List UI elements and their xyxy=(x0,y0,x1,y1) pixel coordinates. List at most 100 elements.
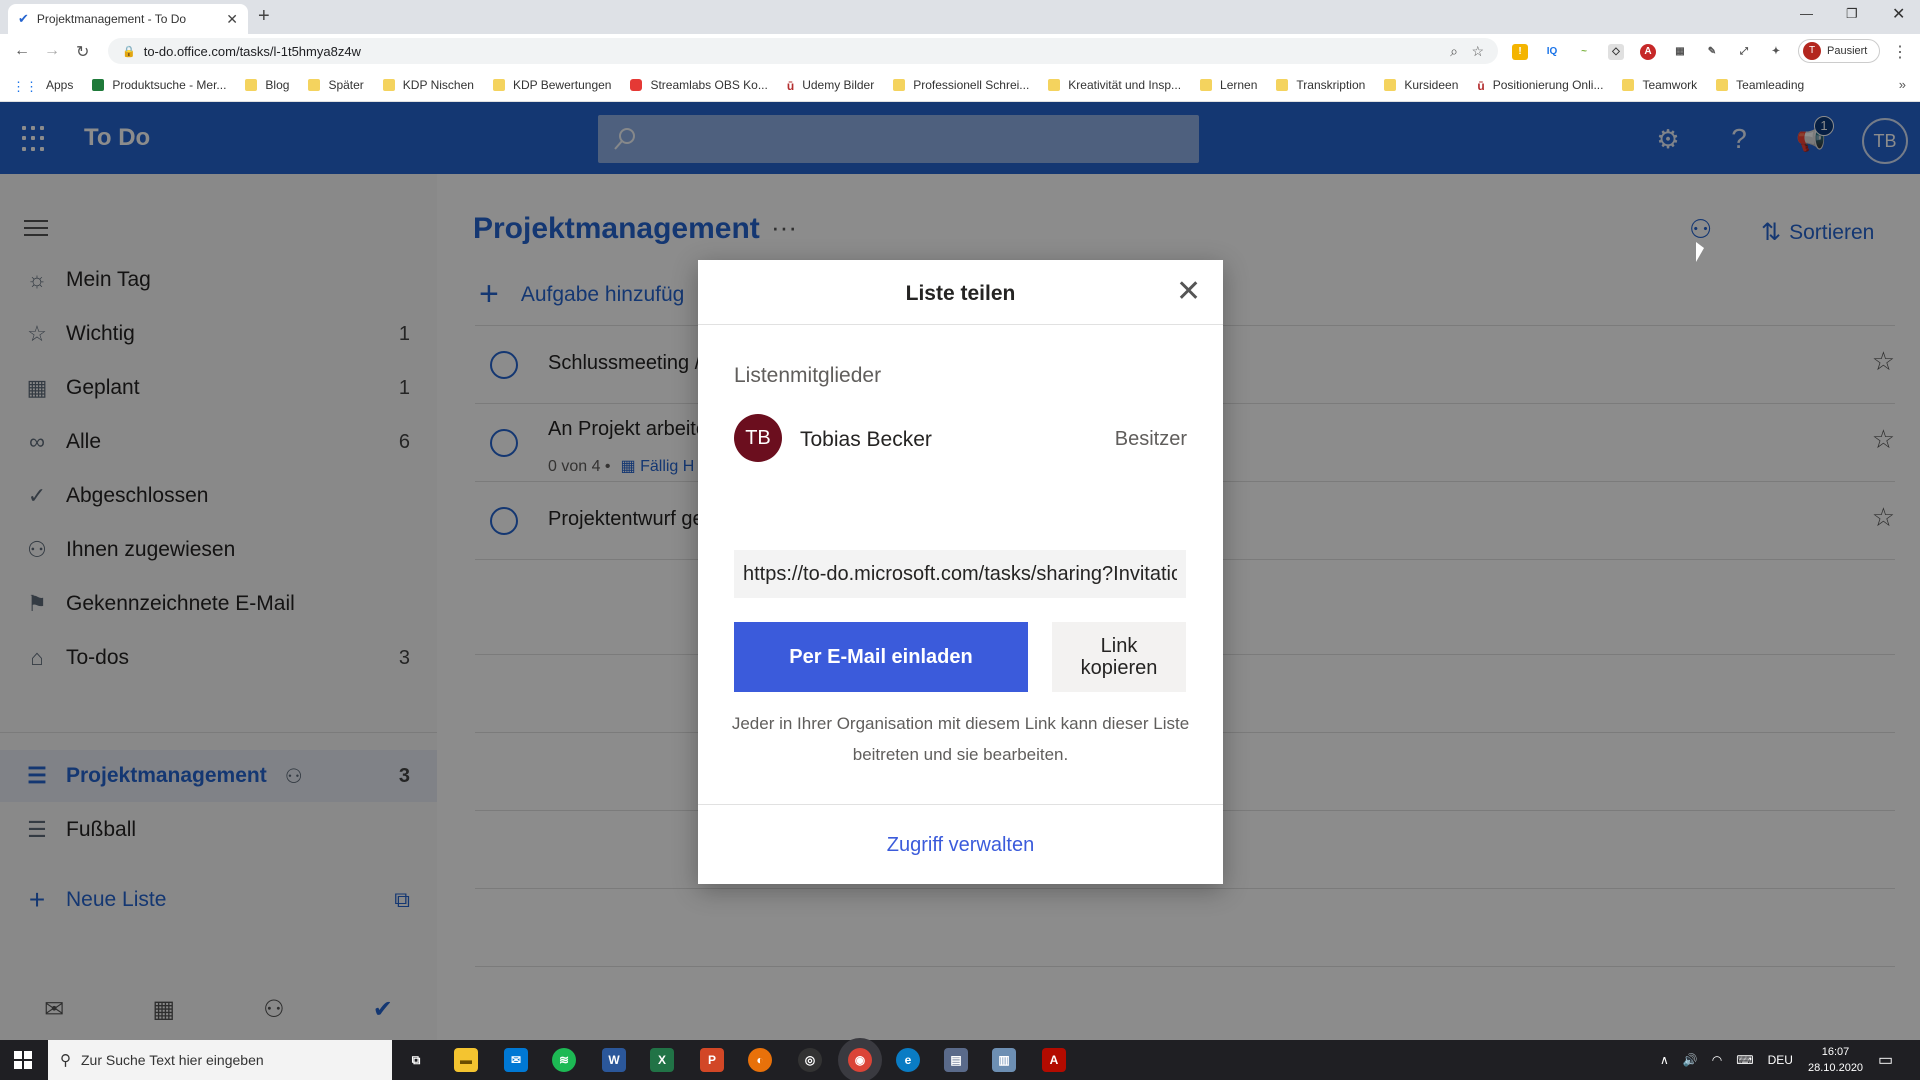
file-explorer-icon[interactable]: ▬ xyxy=(454,1048,478,1072)
spotify-icon[interactable]: ≋ xyxy=(552,1048,576,1072)
adblock-icon[interactable]: A xyxy=(1640,44,1656,60)
language-indicator[interactable]: DEU xyxy=(1768,1053,1793,1067)
bookmark-label: Später xyxy=(328,77,364,92)
bookmark-label: Produktsuche - Mer... xyxy=(112,77,227,92)
todo-favicon-icon: ✔ xyxy=(18,11,29,26)
bookmark-label: Professionell Schrei... xyxy=(913,77,1030,92)
sharing-help-text: Jeder in Ihrer Organisation mit diesem L… xyxy=(731,714,1190,764)
app-icon[interactable]: ◐ xyxy=(748,1048,772,1072)
invite-by-email-button[interactable]: Per E-Mail einladen xyxy=(734,622,1028,692)
wifi-icon[interactable]: ◠ xyxy=(1712,1053,1722,1067)
bookmark-label: KDP Nischen xyxy=(402,77,474,92)
taskbar-search-input[interactable]: ⚲ Zur Suche Text hier eingeben xyxy=(48,1040,392,1080)
folder-icon xyxy=(1384,78,1397,91)
bookmark-label: Blog xyxy=(265,77,290,92)
member-role: Besitzer xyxy=(1114,428,1187,450)
bookmark-item[interactable]: Blog xyxy=(245,78,289,92)
bookmark-item[interactable]: Lernen xyxy=(1200,78,1257,92)
volume-icon[interactable]: 🔊 xyxy=(1683,1053,1698,1067)
bookmark-label: Apps xyxy=(46,77,74,92)
mouse-cursor xyxy=(1696,242,1704,262)
acrobat-icon[interactable]: A xyxy=(1042,1048,1066,1072)
keyboard-icon[interactable]: ⌨ xyxy=(1736,1053,1753,1067)
close-tab-icon[interactable]: ✕ xyxy=(226,11,238,28)
browser-tab-strip: ✔ Projektmanagement - To Do ✕ + — ❐ ✕ xyxy=(0,0,1920,34)
mail-app-icon[interactable]: ✉ xyxy=(504,1048,528,1072)
extension-icon[interactable]: ▦ xyxy=(1672,44,1688,60)
folder-icon xyxy=(1276,78,1289,91)
address-bar[interactable]: 🔒 to-do.office.com/tasks/l-1t5hmya8z4w ⌕… xyxy=(108,38,1498,64)
udemy-icon: ū xyxy=(1477,78,1485,93)
copy-link-button[interactable]: Link kopieren xyxy=(1052,622,1186,692)
task-view-icon[interactable]: ⧉ xyxy=(404,1048,428,1072)
manage-access-link[interactable]: Zugriff verwalten xyxy=(698,834,1223,857)
bookmark-label: Transkription xyxy=(1296,77,1366,92)
extension-icon[interactable]: ◇ xyxy=(1608,44,1624,60)
folder-icon xyxy=(1716,78,1729,91)
more-bookmarks-icon[interactable]: » xyxy=(1899,77,1906,92)
chrome-icon[interactable]: ◉ xyxy=(848,1048,872,1072)
minimize-window-button[interactable]: — xyxy=(1800,6,1813,21)
extension-icon[interactable]: IQ xyxy=(1544,44,1560,60)
eyedropper-icon[interactable]: ✎ xyxy=(1704,44,1720,60)
bookmark-item[interactable]: Kursideen xyxy=(1384,78,1458,92)
clock-date: 28.10.2020 xyxy=(1808,1062,1864,1074)
app-icon[interactable]: ▥ xyxy=(992,1048,1016,1072)
back-button[interactable]: ← xyxy=(14,42,30,60)
forward-button[interactable]: → xyxy=(44,42,60,60)
members-heading: Listenmitglieder xyxy=(734,364,882,387)
powerpoint-icon[interactable]: P xyxy=(700,1048,724,1072)
close-icon[interactable]: ✕ xyxy=(1176,274,1201,309)
bookmark-item[interactable]: Teamwork xyxy=(1622,78,1697,92)
bookmark-item[interactable]: ⋮⋮ Apps xyxy=(12,77,74,94)
member-avatar: TB xyxy=(734,414,782,462)
obs-icon[interactable]: ◎ xyxy=(798,1048,822,1072)
reload-button[interactable]: ↻ xyxy=(76,42,89,62)
browser-tab[interactable]: ✔ Projektmanagement - To Do ✕ xyxy=(8,4,248,34)
extensions-puzzle-icon[interactable]: ✦ xyxy=(1768,44,1784,60)
restore-window-button[interactable]: ❐ xyxy=(1846,6,1858,22)
action-center-icon[interactable]: ▭ xyxy=(1878,1050,1893,1070)
bookmark-item[interactable]: Teamleading xyxy=(1716,78,1804,92)
bookmark-item[interactable]: KDP Bewertungen xyxy=(492,78,611,92)
edge-icon[interactable]: e xyxy=(896,1048,920,1072)
new-tab-button[interactable]: + xyxy=(258,5,270,28)
dialog-divider xyxy=(698,804,1223,805)
browser-menu-icon[interactable]: ⋮ xyxy=(1892,42,1908,62)
share-list-dialog: Liste teilen ✕ Listenmitglieder TB Tobia… xyxy=(698,260,1223,884)
zoom-icon[interactable]: ⌕ xyxy=(1450,43,1458,60)
excel-icon[interactable]: X xyxy=(650,1048,674,1072)
browser-toolbar: ← → ↻ 🔒 to-do.office.com/tasks/l-1t5hmya… xyxy=(0,34,1920,68)
bookmark-item[interactable]: ū Udemy Bilder xyxy=(787,78,874,93)
bookmark-item[interactable]: Streamlabs OBS Ko... xyxy=(630,78,768,92)
folder-icon xyxy=(1200,78,1213,91)
profile-button[interactable]: T Pausiert xyxy=(1798,39,1880,63)
word-icon[interactable]: W xyxy=(602,1048,626,1072)
bookmark-item[interactable]: ū Positionierung Onli... xyxy=(1477,78,1603,93)
bookmark-item[interactable]: KDP Nischen xyxy=(382,77,474,92)
bookmark-item[interactable]: Produktsuche - Mer... xyxy=(92,78,226,92)
bookmark-star-icon[interactable]: ☆ xyxy=(1471,43,1484,60)
dialog-divider xyxy=(698,324,1223,325)
fullscreen-icon[interactable]: ⤢ xyxy=(1736,44,1752,60)
bookmark-label: Lernen xyxy=(1220,77,1258,92)
share-link-field[interactable] xyxy=(734,550,1186,598)
bookmark-item[interactable]: Professionell Schrei... xyxy=(893,78,1029,92)
bookmark-label: Teamleading xyxy=(1736,77,1805,92)
close-window-button[interactable]: ✕ xyxy=(1892,4,1905,24)
system-clock[interactable]: 16:07 28.10.2020 xyxy=(1808,1044,1863,1076)
bookmark-label: Kreativität und Insp... xyxy=(1068,77,1182,92)
tray-chevron-icon[interactable]: ∧ xyxy=(1660,1053,1669,1067)
folder-icon xyxy=(382,78,395,91)
windows-start-icon[interactable] xyxy=(14,1051,32,1069)
green-favicon xyxy=(92,78,105,91)
bookmark-item[interactable]: Transkription xyxy=(1276,78,1365,92)
bookmarks-bar: ⋮⋮ Apps Produktsuche - Mer... Blog Später KDP… xyxy=(0,68,1920,102)
folder-icon xyxy=(308,78,321,91)
folder-icon xyxy=(1048,78,1061,91)
app-icon[interactable]: ▤ xyxy=(944,1048,968,1072)
bookmark-item[interactable]: Kreativität und Insp... xyxy=(1048,78,1181,92)
bookmark-item[interactable]: Später xyxy=(308,77,364,92)
extension-icon[interactable]: ~ xyxy=(1576,44,1592,60)
extension-icon[interactable]: ! xyxy=(1512,44,1528,60)
